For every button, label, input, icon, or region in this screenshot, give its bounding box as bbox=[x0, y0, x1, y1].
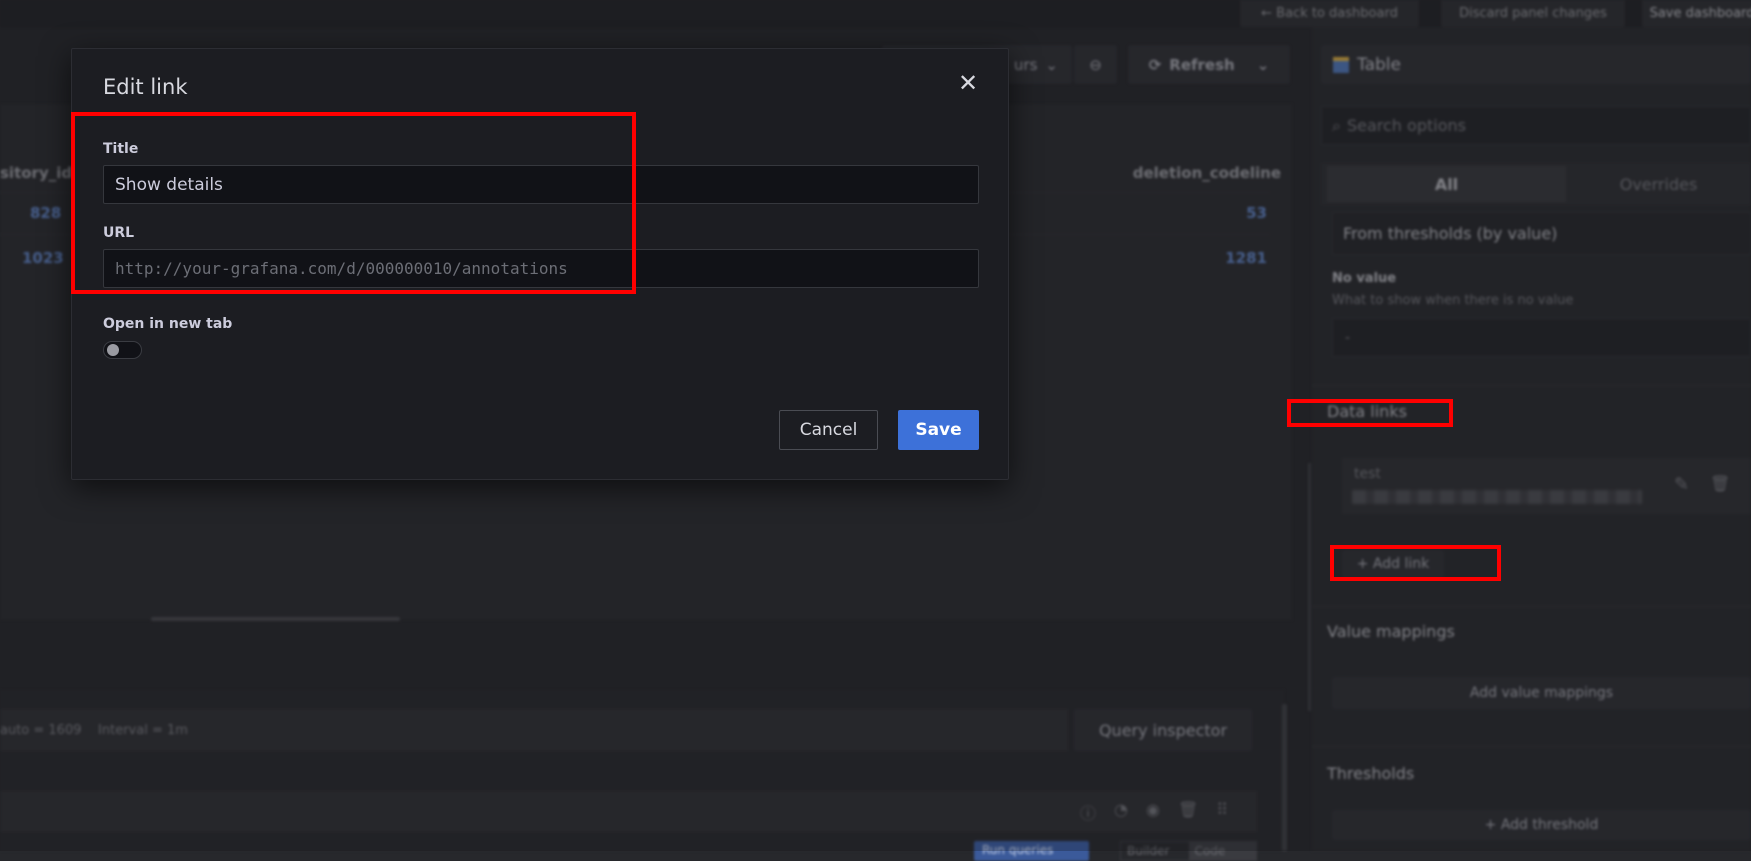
url-label: URL bbox=[103, 225, 135, 241]
close-icon[interactable]: ✕ bbox=[958, 69, 978, 97]
open-in-new-tab-label: Open in new tab bbox=[103, 316, 233, 332]
edit-link-modal: Edit link ✕ Title Show details URL http:… bbox=[71, 48, 1009, 480]
cancel-button[interactable]: Cancel bbox=[779, 410, 878, 450]
title-label: Title bbox=[103, 141, 139, 157]
open-in-new-tab-toggle[interactable] bbox=[103, 341, 142, 359]
url-input[interactable]: http://your-grafana.com/d/000000010/anno… bbox=[103, 249, 979, 288]
toggle-knob bbox=[107, 344, 119, 356]
title-input[interactable]: Show details bbox=[103, 165, 979, 204]
modal-title: Edit link bbox=[103, 75, 188, 99]
save-button[interactable]: Save bbox=[898, 410, 979, 450]
